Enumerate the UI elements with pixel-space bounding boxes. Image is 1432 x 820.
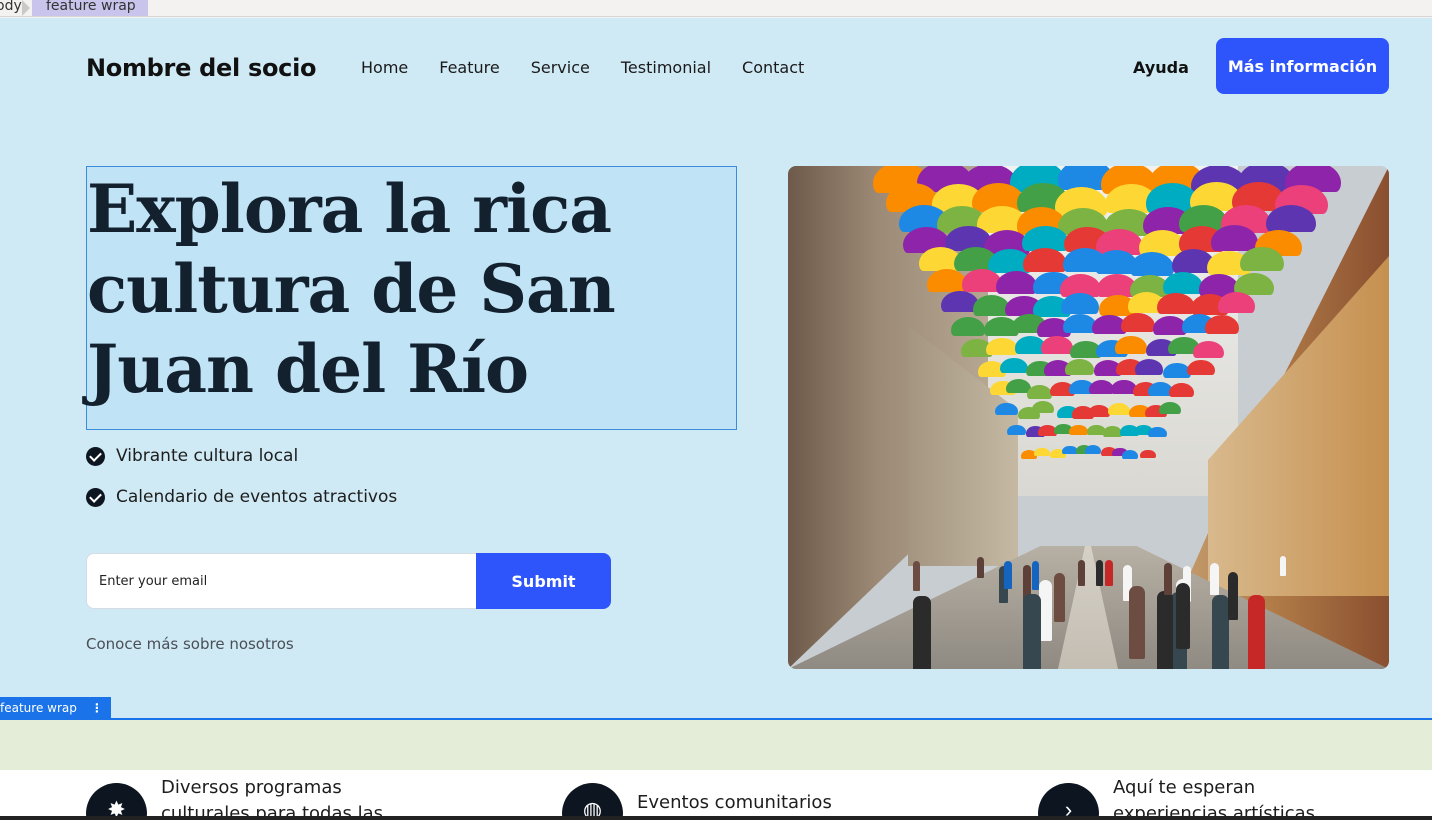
pedestrian [1023, 593, 1041, 669]
nav-testimonial[interactable]: Testimonial [621, 58, 711, 77]
breadcrumb-separator [22, 0, 30, 16]
pedestrian [1096, 559, 1104, 587]
features-row: ✸ Diversos programas culturales para tod… [0, 770, 1432, 820]
check-circle-icon [86, 446, 105, 466]
umbrella [1108, 403, 1131, 416]
more-info-button[interactable]: Más información [1216, 38, 1389, 94]
list-item: Vibrante cultura local [86, 443, 397, 469]
pedestrian [913, 595, 932, 669]
pedestrian [1053, 572, 1065, 622]
pedestrian [1031, 561, 1040, 591]
learn-more-link[interactable]: Conoce más sobre nosotros [86, 635, 294, 653]
subscribe-form: Submit [86, 553, 611, 609]
arrow-right-icon: › [1038, 783, 1099, 820]
main-nav: Home Feature Service Testimonial Contact [361, 58, 835, 77]
globe-icon: ◍ [562, 783, 623, 820]
pedestrian [1164, 563, 1173, 596]
nav-home[interactable]: Home [361, 58, 408, 77]
pedestrian [1210, 562, 1219, 595]
more-options-icon[interactable]: ⋮ [91, 701, 103, 715]
bottom-bar [0, 816, 1432, 820]
pedestrians [788, 546, 1389, 669]
pedestrian [1039, 579, 1053, 641]
umbrella [986, 338, 1018, 356]
umbrella [1240, 247, 1284, 272]
umbrella [996, 271, 1037, 294]
check-list: Vibrante cultura local Calendario de eve… [86, 443, 397, 525]
umbrella [926, 269, 968, 292]
nav-service[interactable]: Service [531, 58, 590, 77]
pedestrian [1129, 586, 1145, 660]
umbrella [1121, 449, 1138, 459]
umbrella [1065, 359, 1094, 375]
brand-name[interactable]: Nombre del socio [86, 54, 316, 82]
umbrella [1061, 293, 1099, 314]
umbrella [1088, 380, 1114, 395]
umbrella [1115, 336, 1147, 354]
umbrella [1102, 426, 1123, 437]
hero-image [788, 166, 1389, 669]
umbrella [1140, 449, 1157, 459]
umbrella [950, 317, 986, 337]
page: Nombre del socio Home Feature Service Te… [0, 18, 1432, 820]
check-text: Calendario de eventos atractivos [116, 487, 398, 507]
umbrella [1084, 445, 1101, 454]
feature-text: Diversos programas culturales para todas… [161, 777, 384, 820]
help-link[interactable]: Ayuda [1133, 58, 1189, 77]
pedestrian [1078, 559, 1086, 587]
umbrella [1034, 447, 1051, 457]
check-circle-icon [86, 487, 105, 507]
pedestrian [1279, 556, 1286, 577]
umbrella [1204, 315, 1240, 335]
pedestrian [1211, 594, 1230, 669]
umbrella [995, 402, 1018, 415]
check-text: Vibrante cultura local [116, 446, 299, 466]
pedestrian [1227, 571, 1239, 620]
pedestrian [1004, 560, 1012, 590]
pedestrian [912, 561, 921, 591]
flower-icon: ✸ [86, 783, 147, 820]
umbrella [999, 357, 1028, 374]
email-field[interactable] [86, 553, 478, 609]
pedestrian [1105, 559, 1113, 586]
submit-button[interactable]: Submit [476, 553, 611, 609]
nav-feature[interactable]: Feature [439, 58, 499, 77]
umbrella [1135, 359, 1164, 375]
pedestrian [1247, 594, 1266, 669]
feature-wrap-label: feature wrap [0, 701, 77, 715]
hero-title: Explora la rica cultura de San Juan del … [87, 170, 616, 408]
umbrella [1069, 424, 1089, 436]
nav-contact[interactable]: Contact [742, 58, 804, 77]
pedestrian [977, 556, 984, 578]
breadcrumb-feature-wrap[interactable]: feature wrap [32, 0, 148, 16]
pedestrian [1156, 590, 1174, 669]
feature-text: Eventos comunitarios [637, 792, 832, 813]
umbrella [1147, 426, 1168, 438]
umbrella [1032, 401, 1055, 414]
editor-breadcrumb-bar: ody feature wrap [0, 0, 1432, 17]
hero-title-selection[interactable]: Explora la rica cultura de San Juan del … [86, 166, 737, 430]
feature-wrap-padding [0, 720, 1432, 770]
umbrella [1217, 292, 1256, 313]
list-item: Calendario de eventos atractivos [86, 484, 397, 510]
feature-text: Aquí te esperan experiencias artísticas [1113, 777, 1316, 820]
umbrella [1087, 404, 1110, 417]
umbrella [1041, 336, 1073, 354]
pedestrian [1175, 582, 1190, 650]
umbrella [1157, 292, 1195, 314]
umbrella [1168, 382, 1195, 397]
feature-wrap-tag[interactable]: feature wrap ⋮ [0, 697, 111, 719]
umbrella [1006, 424, 1026, 436]
